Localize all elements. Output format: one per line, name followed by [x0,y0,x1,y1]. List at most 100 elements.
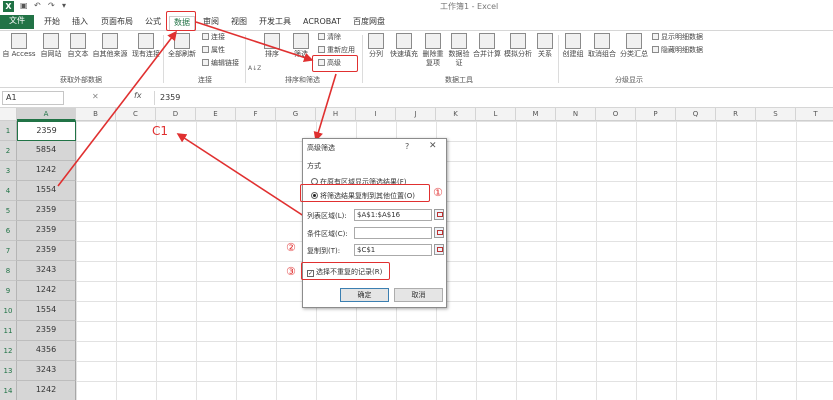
column-header-o[interactable]: O [596,108,636,121]
from-text-button[interactable]: 自文本 [65,33,91,59]
row-header[interactable]: 6 [0,221,17,241]
refresh-all-button[interactable]: 全部刷新 [165,33,199,59]
connections-button[interactable]: 连接 [202,33,225,42]
column-header-s[interactable]: S [756,108,796,121]
column-header-i[interactable]: I [356,108,396,121]
column-header-e[interactable]: E [196,108,236,121]
column-header-t[interactable]: T [796,108,833,121]
row-header[interactable]: 14 [0,381,17,400]
column-header-q[interactable]: Q [676,108,716,121]
flash-fill-button[interactable]: 快速填充 [389,33,419,59]
tab-page-layout[interactable]: 页面布局 [98,16,136,30]
remove-duplicates-button[interactable]: 删除重复项 [420,33,446,68]
column-header-d[interactable]: D [156,108,196,121]
table-cell[interactable]: 2359 [17,121,76,141]
sort-button[interactable]: 排序 [258,33,286,59]
row-header[interactable]: 13 [0,361,17,381]
help-icon[interactable]: ? [405,142,409,151]
tab-review[interactable]: 审阅 [199,16,223,30]
table-cell[interactable]: 1242 [17,161,76,181]
tab-view[interactable]: 视图 [227,16,251,30]
name-box[interactable]: A1 [2,91,64,105]
row-header[interactable]: 9 [0,281,17,301]
table-cell[interactable]: 3243 [17,361,76,381]
subtotal-button[interactable]: 分类汇总 [619,33,649,59]
text-to-columns-button[interactable]: 分列 [364,33,388,59]
column-header-h[interactable]: H [316,108,356,121]
row-header[interactable]: 5 [0,201,17,221]
customize-icon[interactable]: ▾ [62,1,66,10]
column-header-m[interactable]: M [516,108,556,121]
range-picker-icon[interactable] [434,209,444,220]
row-header[interactable]: 3 [0,161,17,181]
ungroup-button[interactable]: 取消组合 [587,33,617,59]
data-validation-button[interactable]: 数据验证 [446,33,472,68]
insert-function-icon[interactable]: fx [134,91,142,100]
reapply-button[interactable]: 重新应用 [318,46,355,55]
tab-formulas[interactable]: 公式 [141,16,165,30]
column-header-p[interactable]: P [636,108,676,121]
row-header[interactable]: 1 [0,121,17,141]
formula-input[interactable]: 2359 [154,91,830,105]
tab-home[interactable]: 开始 [40,16,64,30]
range-picker-icon[interactable] [434,244,444,255]
cancel-icon[interactable]: ✕ [92,92,99,101]
column-header-r[interactable]: R [716,108,756,121]
what-if-analysis-button[interactable]: 模拟分析 [503,33,533,59]
column-header-f[interactable]: F [236,108,276,121]
undo-icon[interactable]: ↶ [34,1,41,10]
table-cell[interactable]: 3243 [17,261,76,281]
ok-button[interactable]: 确定 [340,288,389,302]
clear-filter-button[interactable]: 清除 [318,33,341,42]
criteria-range-input[interactable] [354,227,432,239]
row-header[interactable]: 2 [0,141,17,161]
table-cell[interactable]: 1554 [17,181,76,201]
column-header-n[interactable]: N [556,108,596,121]
row-header[interactable]: 11 [0,321,17,341]
consolidate-button[interactable]: 合并计算 [472,33,502,59]
table-cell[interactable]: 2359 [17,221,76,241]
table-cell[interactable]: 2359 [17,241,76,261]
tab-developer[interactable]: 开发工具 [256,16,294,30]
row-header[interactable]: 12 [0,341,17,361]
tab-insert[interactable]: 插入 [68,16,92,30]
tab-acrobat[interactable]: ACROBAT [300,16,344,30]
from-web-button[interactable]: 自网站 [38,33,64,59]
column-header-l[interactable]: L [476,108,516,121]
tab-baidu-netdisk[interactable]: 百度网盘 [350,16,388,30]
save-icon[interactable]: ▣ [20,1,28,10]
column-header-j[interactable]: J [396,108,436,121]
column-header-g[interactable]: G [276,108,316,121]
table-cell[interactable]: 2359 [17,321,76,341]
table-cell[interactable]: 2359 [17,201,76,221]
from-access-button[interactable]: 自 Access [2,33,36,59]
hide-detail-button[interactable]: 隐藏明细数据 [652,46,703,55]
range-picker-icon[interactable] [434,227,444,238]
group-button[interactable]: 创建组 [560,33,586,59]
table-cell[interactable]: 1242 [17,281,76,301]
column-header-b[interactable]: B [76,108,116,121]
row-header[interactable]: 4 [0,181,17,201]
row-header[interactable]: 10 [0,301,17,321]
filter-button[interactable]: 筛选 [288,33,314,59]
select-all-corner[interactable] [0,108,17,121]
column-header-a[interactable]: A [17,108,76,121]
copy-to-input[interactable]: $C$1 [354,244,432,256]
relationships-button[interactable]: 关系 [534,33,556,59]
table-cell[interactable]: 1554 [17,301,76,321]
edit-links-button[interactable]: 编辑链接 [202,59,239,68]
table-cell[interactable]: 5854 [17,141,76,161]
show-detail-button[interactable]: 显示明细数据 [652,33,703,42]
from-other-sources-button[interactable]: 自其他来源 [92,33,128,59]
list-range-input[interactable]: $A$1:$A$16 [354,209,432,221]
existing-connections-button[interactable]: 现有连接 [131,33,161,59]
table-cell[interactable]: 1242 [17,381,76,400]
sort-az-icon[interactable]: A↓Z [248,65,261,72]
properties-button[interactable]: 属性 [202,46,225,55]
table-cell[interactable]: 4356 [17,341,76,361]
column-header-k[interactable]: K [436,108,476,121]
redo-icon[interactable]: ↷ [48,1,55,10]
row-header[interactable]: 7 [0,241,17,261]
cancel-button[interactable]: 取消 [394,288,443,302]
column-header-c[interactable]: C [116,108,156,121]
